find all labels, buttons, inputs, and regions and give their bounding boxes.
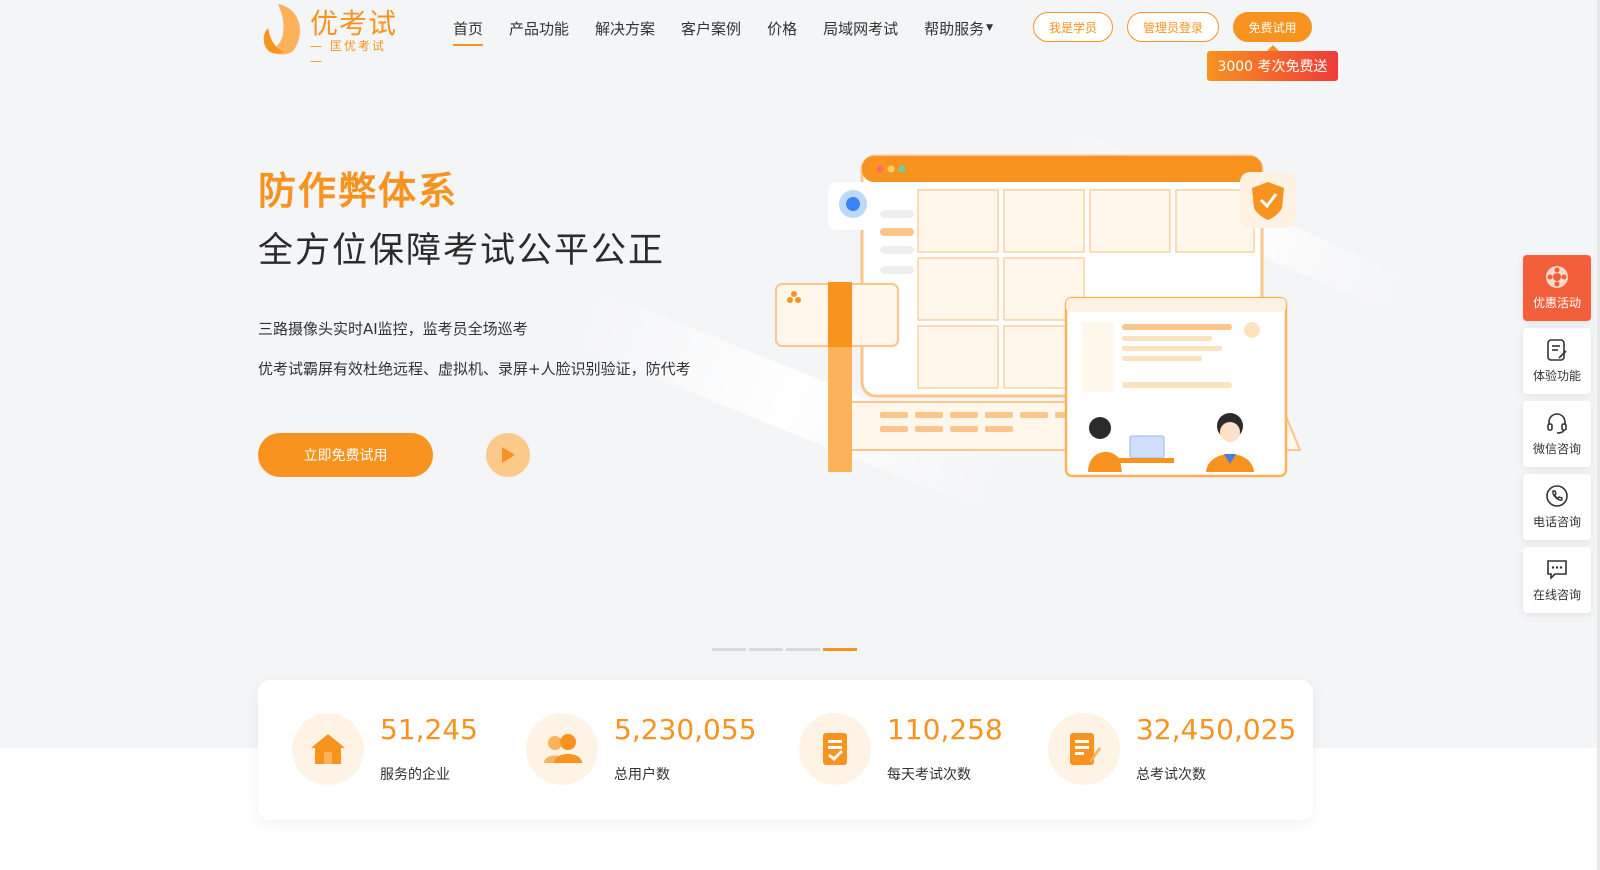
anti-cheat-illustration <box>775 154 1302 478</box>
nav-label: 客户案例 <box>681 19 742 38</box>
hero-subtitle: 全方位保障考试公平公正 <box>258 231 666 271</box>
sidebar-item-label: 优惠活动 <box>1532 296 1581 310</box>
edit-note-icon <box>1547 339 1567 361</box>
sidebar-item-try-features[interactable]: 体验功能 <box>1523 328 1591 394</box>
carousel-indicators <box>712 648 860 651</box>
nav-item-features[interactable]: 产品功能 <box>509 0 569 56</box>
nav-item-home[interactable]: 首页 <box>453 0 484 56</box>
start-free-trial-button[interactable]: 立即免费试用 <box>258 433 433 477</box>
sidebar-item-phone[interactable]: 电话咨询 <box>1523 474 1591 540</box>
nav-item-cases[interactable]: 客户案例 <box>681 0 741 56</box>
sidebar-item-label: 微信咨询 <box>1532 442 1581 456</box>
carousel-dot[interactable] <box>749 648 783 651</box>
nav-label: 帮助服务 <box>924 19 985 38</box>
phone-icon <box>1546 485 1568 507</box>
play-video-button[interactable] <box>486 433 530 477</box>
floating-sidebar: 优惠活动 体验功能 微信咨询 电话咨询 在线咨询 <box>1523 255 1591 620</box>
nav-label: 产品功能 <box>509 19 570 38</box>
carousel-dot[interactable] <box>786 648 820 651</box>
chat-icon <box>1547 560 1567 580</box>
stat-label: 总用户数 <box>614 767 670 783</box>
edit-doc-icon <box>1048 713 1120 785</box>
sidebar-item-wechat[interactable]: 微信咨询 <box>1523 401 1591 467</box>
nav-item-lan-exam[interactable]: 局域网考试 <box>823 0 898 56</box>
users-icon <box>526 713 598 785</box>
sidebar-item-label: 体验功能 <box>1532 369 1581 383</box>
student-button[interactable]: 我是学员 <box>1033 12 1113 42</box>
play-icon <box>502 447 515 463</box>
stat-label: 每天考试次数 <box>887 767 971 783</box>
stat-label: 服务的企业 <box>380 767 450 783</box>
sidebar-item-label: 电话咨询 <box>1532 515 1581 529</box>
hero-title: 防作弊体系 <box>258 169 459 213</box>
stat-value: 32,450,025 <box>1136 713 1297 746</box>
sidebar-item-label: 在线咨询 <box>1532 588 1581 602</box>
logo-leaf-icon <box>263 4 301 55</box>
carousel-dot-active[interactable] <box>823 648 857 651</box>
stat-label: 总考试次数 <box>1136 767 1206 783</box>
exam-doc-icon <box>799 713 871 785</box>
sidebar-item-promotions[interactable]: 优惠活动 <box>1523 255 1591 321</box>
brand-logo[interactable]: 优考试 — 匡优考试 — <box>260 0 400 68</box>
hero-description-1: 三路摄像头实时AI监控，监考员全场巡考 <box>258 320 528 338</box>
sidebar-item-online-chat[interactable]: 在线咨询 <box>1523 547 1591 613</box>
main-nav: 首页 产品功能 解决方案 客户案例 价格 局域网考试 帮助服务 ▼ <box>453 0 1019 56</box>
promo-badge[interactable]: 3000 考次免费送 <box>1207 45 1338 81</box>
nav-label: 解决方案 <box>595 19 656 38</box>
free-trial-button[interactable]: 免费试用 <box>1233 12 1312 42</box>
stat-value: 51,245 <box>380 713 478 746</box>
caret-down-icon: ▼ <box>986 23 994 33</box>
nav-item-solutions[interactable]: 解决方案 <box>595 0 655 56</box>
stat-value: 110,258 <box>887 713 1003 746</box>
gift-wheel-icon <box>1546 266 1568 288</box>
stat-value: 5,230,055 <box>614 713 757 746</box>
headset-icon <box>1547 413 1567 434</box>
nav-label: 首页 <box>453 19 484 38</box>
nav-item-help[interactable]: 帮助服务 ▼ <box>924 0 993 56</box>
hero-description-2: 优考试霸屏有效杜绝远程、虚拟机、录屏+人脸识别验证，防代考 <box>258 360 691 378</box>
stats-card: 51,245 服务的企业 5,230,055 总用户数 110,258 每天考试… <box>258 680 1313 820</box>
brand-name: 优考试 <box>310 7 398 40</box>
house-icon <box>292 713 364 785</box>
carousel-dot[interactable] <box>712 648 746 651</box>
brand-tagline: — 匡优考试 — <box>310 39 386 68</box>
nav-label: 局域网考试 <box>823 19 899 38</box>
nav-item-pricing[interactable]: 价格 <box>767 0 797 56</box>
nav-label: 价格 <box>767 19 798 38</box>
admin-login-button[interactable]: 管理员登录 <box>1127 12 1219 42</box>
